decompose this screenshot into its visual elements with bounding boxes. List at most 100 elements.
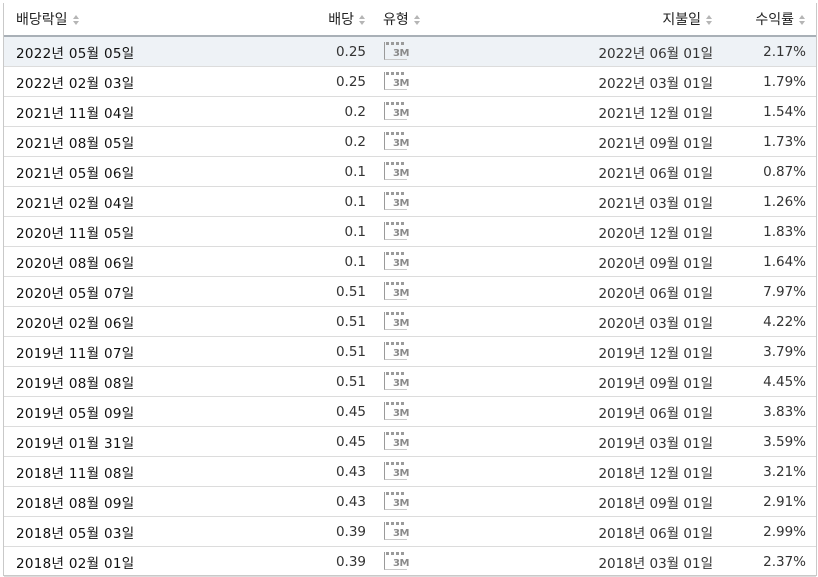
- calendar-3m-icon: 3M: [383, 461, 413, 483]
- type-cell: 3M: [371, 396, 583, 427]
- dividend-history-table-container: 배당락일 배당 유형 지불일 수익률 2022년 05월 05일 0.25 3M 20…: [3, 3, 817, 577]
- type-cell: 3M: [371, 36, 583, 67]
- column-header-pay-date[interactable]: 지불일: [583, 3, 718, 37]
- calendar-3m-icon: 3M: [383, 371, 413, 393]
- pay-date-cell: 2019년 03월 01일: [583, 426, 718, 457]
- yield-cell: 2.17%: [718, 36, 816, 67]
- ex-date-cell: 2021년 05월 06일: [4, 156, 206, 187]
- column-header-type[interactable]: 유형: [371, 3, 583, 37]
- dividend-cell: 0.2: [206, 96, 371, 127]
- column-header-dividend-label[interactable]: 배당: [328, 12, 354, 28]
- pay-date-cell: 2019년 06월 01일: [583, 396, 718, 427]
- ex-date-cell: 2020년 11월 05일: [4, 216, 206, 247]
- dividend-cell: 0.51: [206, 276, 371, 307]
- pay-date-cell: 2018년 06월 01일: [583, 516, 718, 547]
- table-row: 2019년 11월 07일 0.51 3M 2019년 12월 01일 3.79%: [4, 336, 816, 367]
- calendar-3m-icon: 3M: [383, 551, 413, 573]
- sort-icon[interactable]: [799, 15, 806, 25]
- table-row: 2022년 02월 03일 0.25 3M 2022년 03월 01일 1.79%: [4, 66, 816, 97]
- column-header-yield-label[interactable]: 수익률: [755, 12, 794, 28]
- frequency-label: 3M: [393, 527, 409, 539]
- column-header-type-label[interactable]: 유형: [383, 12, 409, 28]
- pay-date-cell: 2020년 12월 01일: [583, 216, 718, 247]
- type-cell: 3M: [371, 66, 583, 97]
- column-header-pay-date-label[interactable]: 지불일: [662, 12, 701, 28]
- type-cell: 3M: [371, 306, 583, 337]
- yield-cell: 4.45%: [718, 366, 816, 397]
- dividend-cell: 0.51: [206, 366, 371, 397]
- ex-date-cell: 2018년 11월 08일: [4, 456, 206, 487]
- ex-date-cell: 2021년 08월 05일: [4, 126, 206, 157]
- frequency-label: 3M: [393, 137, 409, 149]
- ex-date-cell: 2018년 08월 09일: [4, 486, 206, 517]
- calendar-3m-icon: 3M: [383, 281, 413, 303]
- type-cell: 3M: [371, 186, 583, 217]
- type-cell: 3M: [371, 126, 583, 157]
- yield-cell: 1.79%: [718, 66, 816, 97]
- ex-date-cell: 2020년 08월 06일: [4, 246, 206, 277]
- yield-cell: 3.79%: [718, 336, 816, 367]
- ex-date-cell: 2021년 11월 04일: [4, 96, 206, 127]
- pay-date-cell: 2019년 09월 01일: [583, 366, 718, 397]
- dividend-cell: 0.25: [206, 36, 371, 67]
- type-cell: 3M: [371, 216, 583, 247]
- pay-date-cell: 2021년 06월 01일: [583, 156, 718, 187]
- pay-date-cell: 2022년 06월 01일: [583, 36, 718, 67]
- table-row: 2019년 08월 08일 0.51 3M 2019년 09월 01일 4.45%: [4, 366, 816, 397]
- header-row: 배당락일 배당 유형 지불일 수익률: [4, 3, 816, 37]
- frequency-label: 3M: [393, 227, 409, 239]
- table-row: 2018년 05월 03일 0.39 3M 2018년 06월 01일 2.99%: [4, 516, 816, 547]
- column-header-yield[interactable]: 수익률: [718, 3, 816, 37]
- dividend-cell: 0.45: [206, 396, 371, 427]
- table-body: 2022년 05월 05일 0.25 3M 2022년 06월 01일 2.17% 202…: [4, 36, 816, 577]
- dividend-cell: 0.25: [206, 66, 371, 97]
- column-header-ex-date-label[interactable]: 배당락일: [16, 12, 68, 28]
- calendar-3m-icon: 3M: [383, 401, 413, 423]
- frequency-label: 3M: [393, 77, 409, 89]
- pay-date-cell: 2020년 03월 01일: [583, 306, 718, 337]
- frequency-label: 3M: [393, 497, 409, 509]
- table-row: 2020년 05월 07일 0.51 3M 2020년 06월 01일 7.97%: [4, 276, 816, 307]
- dividend-cell: 0.51: [206, 336, 371, 367]
- type-cell: 3M: [371, 546, 583, 577]
- pay-date-cell: 2020년 06월 01일: [583, 276, 718, 307]
- frequency-label: 3M: [393, 197, 409, 209]
- pay-date-cell: 2020년 09월 01일: [583, 246, 718, 277]
- dividend-cell: 0.43: [206, 456, 371, 487]
- table-row: 2021년 11월 04일 0.2 3M 2021년 12월 01일 1.54%: [4, 96, 816, 127]
- calendar-3m-icon: 3M: [383, 221, 413, 243]
- ex-date-cell: 2019년 05월 09일: [4, 396, 206, 427]
- yield-cell: 1.83%: [718, 216, 816, 247]
- type-cell: 3M: [371, 486, 583, 517]
- sort-icon[interactable]: [359, 15, 366, 25]
- pay-date-cell: 2019년 12월 01일: [583, 336, 718, 367]
- ex-date-cell: 2022년 05월 05일: [4, 36, 206, 67]
- pay-date-cell: 2022년 03월 01일: [583, 66, 718, 97]
- yield-cell: 4.22%: [718, 306, 816, 337]
- ex-date-cell: 2022년 02월 03일: [4, 66, 206, 97]
- frequency-label: 3M: [393, 557, 409, 569]
- type-cell: 3M: [371, 336, 583, 367]
- pay-date-cell: 2018년 03월 01일: [583, 546, 718, 577]
- yield-cell: 1.54%: [718, 96, 816, 127]
- column-header-dividend[interactable]: 배당: [206, 3, 371, 37]
- ex-date-cell: 2018년 02월 01일: [4, 546, 206, 577]
- dividend-history-table: 배당락일 배당 유형 지불일 수익률 2022년 05월 05일 0.25 3M 20…: [4, 3, 816, 577]
- frequency-label: 3M: [393, 287, 409, 299]
- sort-icon[interactable]: [706, 15, 713, 25]
- column-header-ex-date[interactable]: 배당락일: [4, 3, 206, 37]
- frequency-label: 3M: [393, 437, 409, 449]
- type-cell: 3M: [371, 426, 583, 457]
- calendar-3m-icon: 3M: [383, 71, 413, 93]
- calendar-3m-icon: 3M: [383, 101, 413, 123]
- yield-cell: 2.99%: [718, 516, 816, 547]
- table-row: 2019년 05월 09일 0.45 3M 2019년 06월 01일 3.83%: [4, 396, 816, 427]
- frequency-label: 3M: [393, 377, 409, 389]
- sort-icon[interactable]: [413, 15, 421, 25]
- table-row: 2021년 02월 04일 0.1 3M 2021년 03월 01일 1.26%: [4, 186, 816, 217]
- table-row: 2018년 02월 01일 0.39 3M 2018년 03월 01일 2.37%: [4, 546, 816, 577]
- type-cell: 3M: [371, 516, 583, 547]
- table-row: 2021년 08월 05일 0.2 3M 2021년 09월 01일 1.73%: [4, 126, 816, 157]
- ex-date-cell: 2019년 01월 31일: [4, 426, 206, 457]
- sort-icon[interactable]: [72, 15, 80, 25]
